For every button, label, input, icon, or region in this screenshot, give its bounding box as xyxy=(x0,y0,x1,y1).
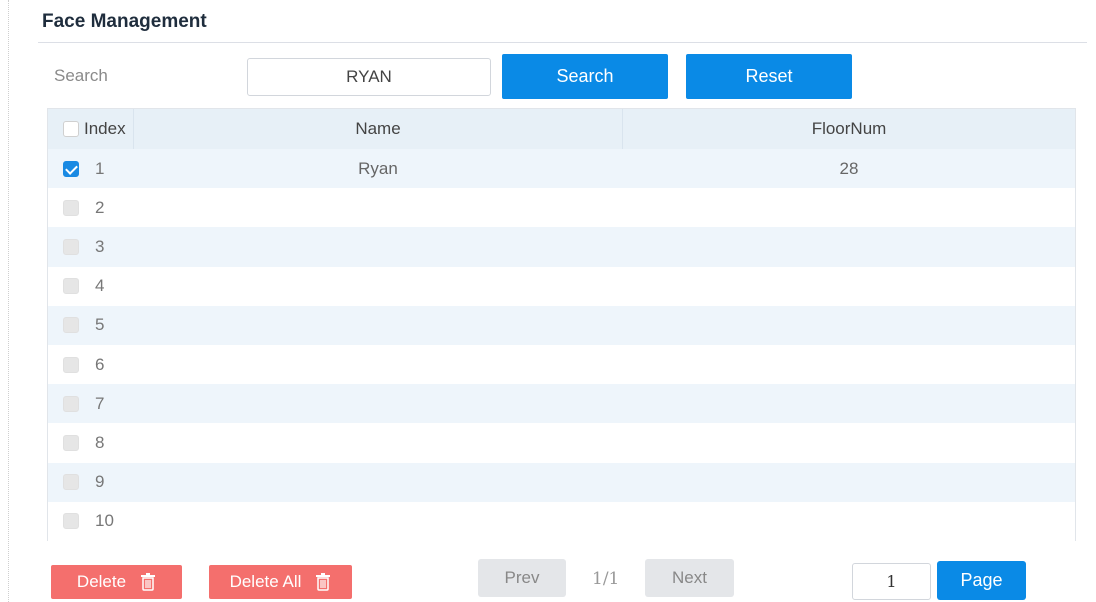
select-all-checkbox[interactable] xyxy=(63,121,79,137)
table-row[interactable]: 7 xyxy=(48,384,1075,424)
row-index: 1 xyxy=(95,158,105,178)
cell-index: 6 xyxy=(48,355,133,375)
cell-index: 10 xyxy=(48,511,133,531)
row-index: 4 xyxy=(95,276,105,296)
cell-index: 3 xyxy=(48,237,133,257)
title-divider xyxy=(38,42,1087,43)
search-input[interactable] xyxy=(247,58,491,96)
row-checkbox[interactable] xyxy=(63,513,79,530)
page-indicator: 1/1 xyxy=(592,569,620,589)
column-header-index-label: Index xyxy=(84,119,126,138)
table-row[interactable]: 6 xyxy=(48,344,1075,385)
face-table: Index Name FloorNum 1 Ryan 28 2 3 4 5 6 7 8 9 10 xyxy=(47,108,1076,541)
table-header: Index Name FloorNum xyxy=(48,109,1075,149)
row-index: 7 xyxy=(95,393,105,413)
table-body: 1 Ryan 28 2 3 4 5 6 7 8 9 10 xyxy=(48,149,1075,541)
row-index: 5 xyxy=(95,315,105,335)
go-to-page-button[interactable]: Page xyxy=(937,561,1026,600)
cell-index: 2 xyxy=(48,198,133,218)
table-row[interactable]: 10 xyxy=(48,501,1075,541)
cell-index: 5 xyxy=(48,315,133,335)
table-row[interactable]: 1 Ryan 28 xyxy=(48,149,1075,189)
reset-button[interactable]: Reset xyxy=(686,54,852,99)
row-checkbox[interactable] xyxy=(63,199,79,216)
row-checkbox[interactable] xyxy=(63,317,79,334)
delete-all-button[interactable]: Delete All xyxy=(209,565,352,599)
page-number-input[interactable] xyxy=(852,563,931,600)
row-index: 6 xyxy=(95,354,105,374)
row-checkbox[interactable] xyxy=(63,356,79,373)
table-row[interactable]: 5 xyxy=(48,305,1075,345)
cell-index: 1 xyxy=(48,159,133,179)
table-row[interactable]: 2 xyxy=(48,188,1075,228)
row-checkbox[interactable] xyxy=(63,278,79,295)
table-row[interactable]: 3 xyxy=(48,227,1075,267)
cell-name: Ryan xyxy=(358,158,398,178)
row-index: 10 xyxy=(95,511,114,531)
cell-index: 8 xyxy=(48,433,133,453)
row-checkbox[interactable] xyxy=(63,434,79,451)
row-index: 3 xyxy=(95,236,105,256)
delete-all-button-label: Delete All xyxy=(229,572,302,591)
delete-button-label: Delete xyxy=(76,572,127,591)
trash-icon xyxy=(141,573,156,591)
table-row[interactable]: 8 xyxy=(48,423,1075,463)
column-header-floornum: FloorNum xyxy=(811,119,887,138)
cell-index: 7 xyxy=(48,394,133,414)
left-border xyxy=(8,0,9,602)
row-index: 9 xyxy=(95,472,105,492)
cell-index: 9 xyxy=(48,472,133,492)
delete-button[interactable]: Delete xyxy=(51,565,182,599)
trash-icon xyxy=(316,573,331,591)
table-row[interactable]: 9 xyxy=(48,462,1075,502)
cell-floornum: 28 xyxy=(839,158,859,178)
prev-page-button[interactable]: Prev xyxy=(478,559,566,597)
row-checkbox[interactable] xyxy=(63,160,79,177)
cell-index: 4 xyxy=(48,276,133,296)
column-header-index: Index xyxy=(48,109,133,149)
next-page-button[interactable]: Next xyxy=(645,559,734,597)
row-checkbox[interactable] xyxy=(63,474,79,491)
column-header-name: Name xyxy=(133,109,623,149)
row-checkbox[interactable] xyxy=(63,238,79,255)
row-checkbox[interactable] xyxy=(63,395,79,412)
row-index: 8 xyxy=(95,432,105,452)
search-label: Search xyxy=(54,66,108,85)
row-index: 2 xyxy=(95,197,105,217)
table-row[interactable]: 4 xyxy=(48,266,1075,306)
search-button[interactable]: Search xyxy=(502,54,668,99)
page-title: Face Management xyxy=(42,11,207,32)
